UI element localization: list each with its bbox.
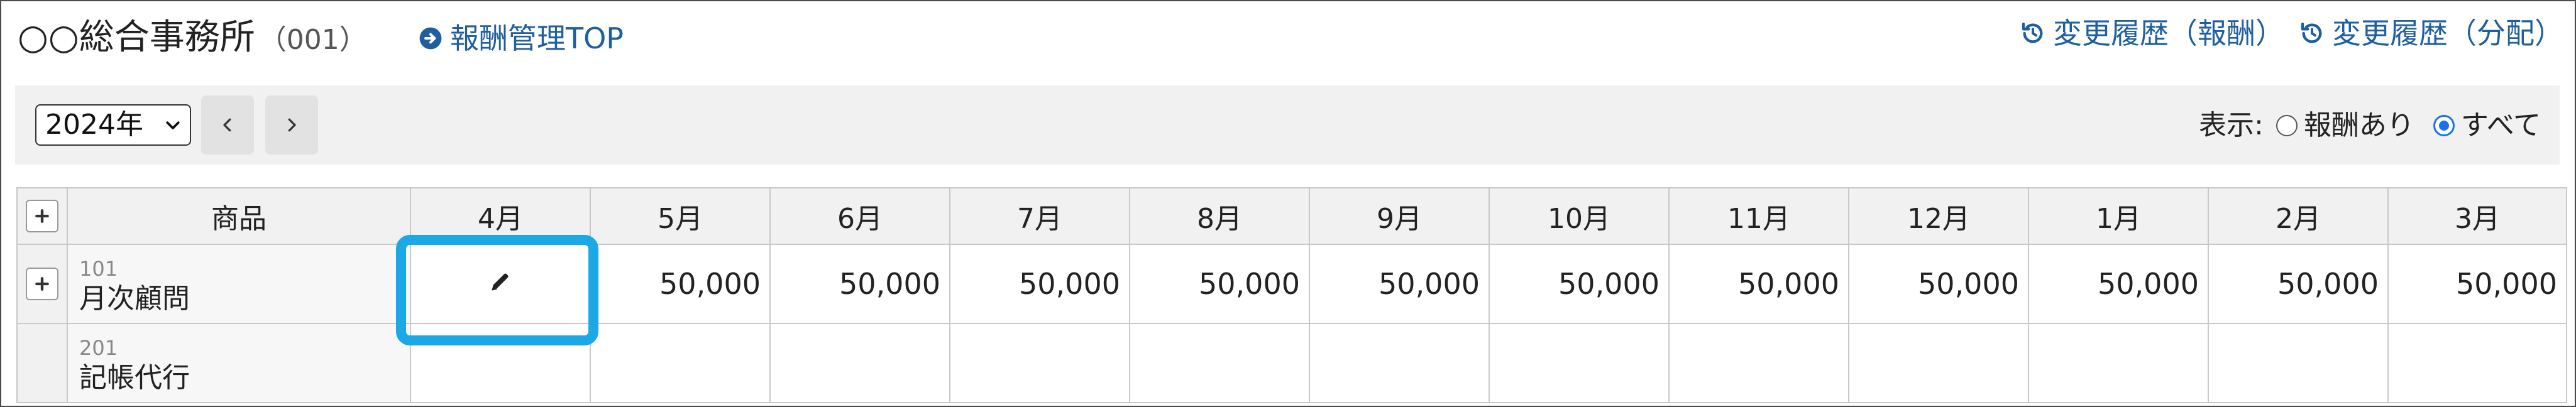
column-header-month: 11月	[1668, 187, 1849, 245]
history-fee-link[interactable]: 変更履歴（報酬）	[2020, 13, 2284, 54]
product-cell: 101 月次顧問	[67, 244, 411, 324]
month-cell[interactable]	[1489, 323, 1670, 403]
filter-option-with-fee-label: 報酬あり	[2303, 109, 2414, 141]
chevron-right-icon	[288, 118, 296, 132]
display-filter: 表示: 報酬あり すべて	[2199, 108, 2541, 143]
chevron-left-icon	[223, 118, 231, 132]
column-header-product: 商品	[67, 187, 411, 245]
column-header-month: 12月	[1848, 187, 2029, 245]
month-cell[interactable]: 50,000	[1309, 244, 1490, 324]
month-cell[interactable]	[2208, 323, 2389, 403]
month-cell[interactable]: 50,000	[769, 244, 950, 324]
app-window: ○○総合事務所 （001） 報酬管理TOP 変更履歴（報酬） 変更履歴（分配） …	[0, 0, 2576, 407]
history-fee-label: 変更履歴（報酬）	[2053, 16, 2284, 50]
circle-arrow-right-icon	[419, 27, 442, 50]
filter-option-with-fee[interactable]: 報酬あり	[2276, 108, 2414, 143]
page-title: ○○総合事務所 （001）	[18, 15, 367, 63]
year-select-value: 2024年	[45, 109, 143, 141]
column-header-month: 8月	[1129, 187, 1310, 245]
month-cell[interactable]	[769, 323, 950, 403]
row-spacer-cell	[16, 323, 68, 403]
month-cell-edit[interactable]	[410, 244, 591, 324]
month-cell[interactable]: 50,000	[2208, 244, 2389, 324]
row-expand-cell	[16, 244, 68, 324]
history-icon	[2301, 22, 2322, 43]
page-header: ○○総合事務所 （001） 報酬管理TOP 変更履歴（報酬） 変更履歴（分配）	[1, 1, 2575, 82]
month-cell[interactable]: 50,000	[949, 244, 1130, 324]
filter-option-all-label: すべて	[2460, 109, 2541, 141]
table-header-row: 商品 4月 5月 6月 7月 8月 9月 10月 11月 12月 1月 2月 3…	[16, 187, 2567, 245]
toolbar: 2024年 表示: 報酬あり すべて	[15, 85, 2560, 165]
history-allocation-link[interactable]: 変更履歴（分配）	[2299, 13, 2563, 54]
product-name: 月次顧問	[79, 283, 190, 315]
office-code: （001）	[258, 24, 367, 56]
month-cell[interactable]: 50,000	[1129, 244, 1310, 324]
month-cell[interactable]: 50,000	[590, 244, 771, 324]
month-cell[interactable]	[1309, 323, 1490, 403]
year-select[interactable]: 2024年	[35, 104, 191, 146]
column-header-month: 7月	[949, 187, 1130, 245]
radio-unselected-icon[interactable]	[2276, 115, 2298, 136]
month-cell[interactable]: 50,000	[2028, 244, 2209, 324]
month-cell[interactable]: 50,000	[1489, 244, 1670, 324]
fee-table: 商品 4月 5月 6月 7月 8月 9月 10月 11月 12月 1月 2月 3…	[16, 187, 2567, 403]
chevron-down-icon	[166, 121, 180, 129]
month-cell[interactable]	[410, 323, 591, 403]
radio-selected-icon[interactable]	[2433, 115, 2455, 136]
filter-option-all[interactable]: すべて	[2433, 108, 2541, 143]
column-header-month: 10月	[1489, 187, 1670, 245]
previous-year-button[interactable]	[201, 95, 254, 155]
fee-management-top-label: 報酬管理TOP	[450, 21, 624, 55]
office-name: ○○総合事務所	[18, 17, 255, 58]
column-header-month: 4月	[410, 187, 591, 245]
month-cell[interactable]	[590, 323, 771, 403]
table-row: 101 月次顧問 50,000 50,000 50,000 50,000 50,…	[16, 244, 2567, 324]
product-code: 201	[79, 336, 118, 360]
month-cell[interactable]	[1129, 323, 1310, 403]
fee-management-top-link[interactable]: 報酬管理TOP	[419, 18, 624, 59]
column-header-month: 9月	[1309, 187, 1490, 245]
month-cell[interactable]	[1848, 323, 2029, 403]
month-cell[interactable]	[2387, 323, 2567, 403]
column-header-month: 6月	[769, 187, 950, 245]
display-filter-label: 表示:	[2199, 109, 2264, 141]
month-cell[interactable]: 50,000	[2387, 244, 2567, 324]
column-header-month: 3月	[2387, 187, 2567, 245]
add-product-button[interactable]	[26, 200, 58, 232]
plus-icon	[35, 209, 49, 223]
product-cell: 201 記帳代行	[67, 323, 411, 403]
pencil-icon[interactable]	[488, 269, 513, 294]
history-icon	[2022, 22, 2043, 43]
header-add-cell	[16, 187, 68, 245]
column-header-month: 1月	[2028, 187, 2209, 245]
column-header-month: 2月	[2208, 187, 2389, 245]
expand-row-button[interactable]	[26, 268, 58, 300]
column-header-month: 5月	[590, 187, 771, 245]
product-code: 101	[79, 257, 118, 281]
plus-icon	[35, 277, 49, 291]
month-cell[interactable]: 50,000	[1668, 244, 1849, 324]
month-cell[interactable]	[1668, 323, 1849, 403]
month-cell[interactable]	[949, 323, 1130, 403]
history-allocation-label: 変更履歴（分配）	[2332, 16, 2563, 50]
month-cell[interactable]	[2028, 323, 2209, 403]
table-row: 201 記帳代行	[16, 323, 2567, 403]
product-name: 記帳代行	[79, 362, 190, 394]
next-year-button[interactable]	[265, 95, 318, 155]
month-cell[interactable]: 50,000	[1848, 244, 2029, 324]
